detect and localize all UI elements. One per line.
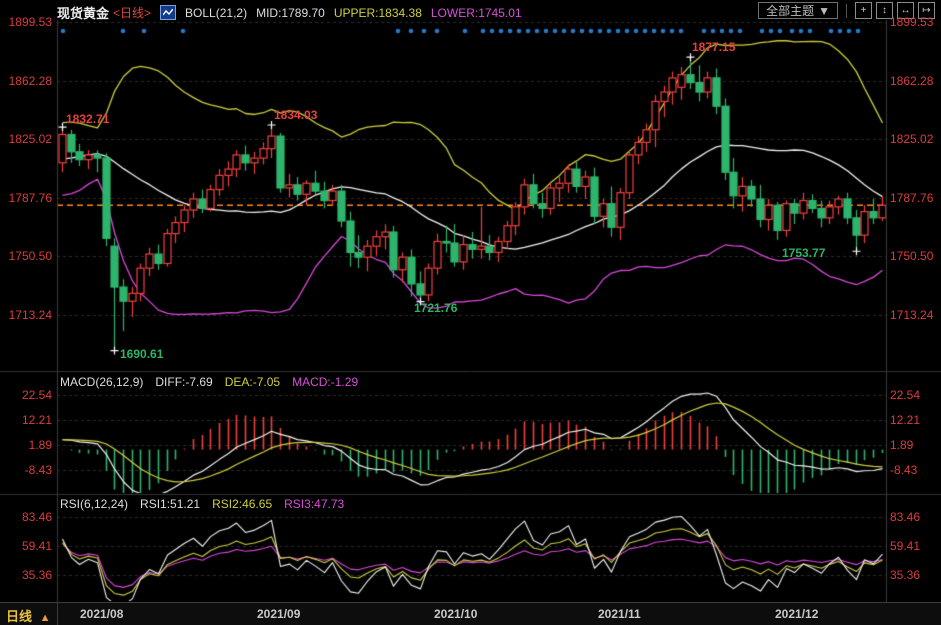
price-annotation: 1721.76 [414, 301, 457, 315]
rsi-axis-label-right: 83.46 [890, 510, 920, 524]
macd-axis-label-right: 22.54 [890, 388, 920, 402]
symbol-name: 现货黄金 [57, 3, 109, 22]
price-annotation: 1877.15 [692, 40, 735, 54]
date-label: 2021/09 [257, 607, 300, 621]
date-label: 2021/10 [434, 607, 477, 621]
theme-select-button[interactable]: 全部主题 ▼ [758, 2, 838, 19]
rsi-axis-label-right: 35.36 [890, 568, 920, 582]
line-chart-icon [160, 5, 176, 20]
caret-down-icon: ▼ [818, 4, 830, 18]
date-label: 2021/12 [775, 607, 818, 621]
price-axis-label-right: 1899.53 [890, 15, 933, 29]
price-axis-label-left: 1787.76 [2, 191, 52, 205]
rsi-axis-label-left: 83.46 [2, 510, 52, 524]
macd-axis-label-right: -8.43 [890, 463, 917, 477]
toolbar-divider [846, 4, 847, 18]
theme-button-label: 全部主题 [766, 2, 814, 19]
rsi-title: RSI(6,12,24) [60, 497, 128, 511]
price-axis-label-left: 1825.02 [2, 132, 52, 146]
macd-title: MACD(26,12,9) [60, 375, 143, 389]
macd-axis-label-left: 12.21 [2, 413, 52, 427]
chart-header: 现货黄金 <日线> BOLL(21,2) MID:1789.70 UPPER:1… [57, 3, 522, 22]
caret-up-icon: ▲ [40, 612, 51, 624]
period-selector-label: 日线 [6, 609, 32, 624]
axis-divider [57, 603, 58, 625]
date-label: 2021/11 [598, 607, 641, 621]
price-annotation: 1690.61 [120, 347, 163, 361]
price-axis-label-right: 1825.02 [890, 132, 933, 146]
price-axis-label-left: 1862.28 [2, 74, 52, 88]
macd-axis-label-right: 1.89 [890, 438, 913, 452]
rsi2-value: RSI2:46.65 [212, 497, 272, 511]
price-annotation: 1834.03 [274, 108, 317, 122]
boll-lower-value: LOWER:1745.01 [431, 6, 522, 20]
rsi-panel-header: RSI(6,12,24) RSI1:51.21 RSI2:46.65 RSI3:… [60, 497, 344, 511]
macd-hist-value: MACD:-1.29 [292, 375, 358, 389]
price-axis-label-left: 1750.50 [2, 249, 52, 263]
price-axis-label-left: 1899.53 [2, 15, 52, 29]
price-annotation: 1753.77 [782, 246, 825, 260]
chart-application: 现货黄金 <日线> BOLL(21,2) MID:1789.70 UPPER:1… [0, 0, 941, 625]
price-chart-canvas[interactable] [0, 0, 941, 625]
rsi1-value: RSI1:51.21 [140, 497, 200, 511]
period-selector[interactable]: 日线 ▲ [6, 606, 51, 625]
date-label: 2021/08 [80, 607, 123, 621]
macd-axis-label-left: 22.54 [2, 388, 52, 402]
rsi3-value: RSI3:47.73 [284, 497, 344, 511]
macd-axis-label-left: -8.43 [2, 463, 52, 477]
price-axis-label-left: 1713.24 [2, 308, 52, 322]
pan-icon[interactable]: + [855, 2, 872, 19]
macd-axis-label-left: 1.89 [2, 438, 52, 452]
boll-upper-value: UPPER:1834.38 [334, 6, 422, 20]
macd-dea-value: DEA:-7.05 [225, 375, 280, 389]
macd-axis-label-right: 12.21 [890, 413, 920, 427]
time-axis-bar: 日线 ▲ 2021/08 2021/09 2021/10 2021/11 2021/12 [0, 602, 941, 625]
period-tag: <日线> [113, 4, 151, 21]
price-axis-label-right: 1787.76 [890, 191, 933, 205]
rsi-axis-label-left: 35.36 [2, 568, 52, 582]
price-axis-label-right: 1750.50 [890, 249, 933, 263]
rsi-axis-label-right: 59.41 [890, 539, 920, 553]
price-axis-label-right: 1713.24 [890, 308, 933, 322]
price-annotation: 1832.71 [66, 112, 109, 126]
price-axis-label-right: 1862.28 [890, 74, 933, 88]
rsi-axis-label-left: 59.41 [2, 539, 52, 553]
boll-indicator-label: BOLL(21,2) [185, 6, 247, 20]
macd-panel-header: MACD(26,12,9) DIFF:-7.69 DEA:-7.05 MACD:… [60, 375, 358, 389]
boll-mid-value: MID:1789.70 [256, 6, 325, 20]
macd-diff-value: DIFF:-7.69 [155, 375, 212, 389]
